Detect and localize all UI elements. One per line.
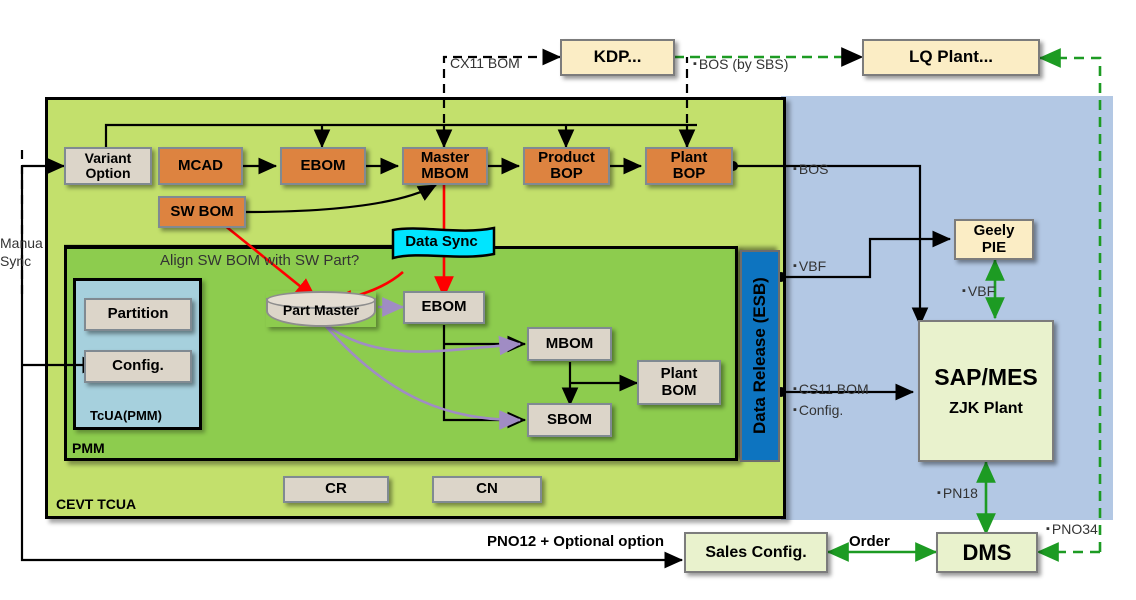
diagram-canvas: CEVT TCUA PMM TcUA(PMM) KDP... LQ Plant.… xyxy=(0,0,1136,600)
label-pno34: PNO34 xyxy=(1046,521,1098,537)
box-plant-bop[interactable]: Plant BOP xyxy=(645,147,733,185)
box-product-bop[interactable]: Product BOP xyxy=(523,147,610,185)
box-master-mbom[interactable]: Master MBOM xyxy=(402,147,488,185)
box-kdp[interactable]: KDP... xyxy=(560,39,675,76)
box-mbom[interactable]: MBOM xyxy=(527,327,612,361)
banner-data-sync: Data Sync xyxy=(390,224,496,260)
label-bos-by-sbs: BOS (by SBS) xyxy=(693,56,788,72)
box-lq-plant[interactable]: LQ Plant... xyxy=(862,39,1040,76)
container-cevt-tcua-label: CEVT TCUA xyxy=(56,496,137,512)
label-align-sw-bom: Align SW BOM with SW Part? xyxy=(160,252,360,269)
box-sap-mes[interactable]: SAP/MES ZJK Plant xyxy=(918,320,1054,462)
box-ebom-top[interactable]: EBOM xyxy=(280,147,366,185)
label-pn18: PN18 xyxy=(937,485,978,501)
box-sbom[interactable]: SBOM xyxy=(527,403,612,437)
label-vbf-pie: VBF xyxy=(962,283,995,299)
label-manual-sync-line2: Sync xyxy=(0,253,32,269)
box-plant-bom[interactable]: Plant BOM xyxy=(637,360,721,405)
label-config: Config. xyxy=(793,402,843,418)
box-cr[interactable]: CR xyxy=(283,476,389,503)
box-geely-pie[interactable]: Geely PIE xyxy=(954,219,1034,260)
label-order: Order xyxy=(849,533,890,550)
box-sw-bom[interactable]: SW BOM xyxy=(158,196,246,228)
box-variant-option[interactable]: Variant Option xyxy=(64,147,152,185)
box-sap-mes-title: SAP/MES xyxy=(934,363,1038,390)
container-tcua-pmm-label: TcUA(PMM) xyxy=(90,408,162,423)
box-cn[interactable]: CN xyxy=(432,476,542,503)
box-ebom-pmm[interactable]: EBOM xyxy=(403,291,485,324)
label-bos: BOS xyxy=(793,161,829,177)
box-part-master[interactable]: Part Master xyxy=(266,291,376,327)
box-mcad[interactable]: MCAD xyxy=(158,147,243,185)
label-cs11-bom: CS11 BOM xyxy=(793,381,869,397)
box-dms[interactable]: DMS xyxy=(936,532,1038,573)
label-pno12-optional-option: PNO12 + Optional option xyxy=(487,533,665,550)
label-manual-sync-line1: Manua xyxy=(0,235,43,251)
box-data-release-esb[interactable]: Data Release (ESB) xyxy=(740,250,780,462)
label-vbf-esb: VBF xyxy=(793,258,826,274)
label-cx11-bom: CX11 BOM xyxy=(450,55,520,71)
box-sales-config[interactable]: Sales Config. xyxy=(684,532,828,573)
container-pmm-label: PMM xyxy=(72,440,105,456)
box-part-master-label: Part Master xyxy=(282,302,360,318)
box-config[interactable]: Config. xyxy=(84,350,192,383)
box-partition[interactable]: Partition xyxy=(84,298,192,331)
box-sap-mes-subtitle: ZJK Plant xyxy=(949,399,1023,417)
banner-data-sync-label: Data Sync xyxy=(405,233,478,250)
